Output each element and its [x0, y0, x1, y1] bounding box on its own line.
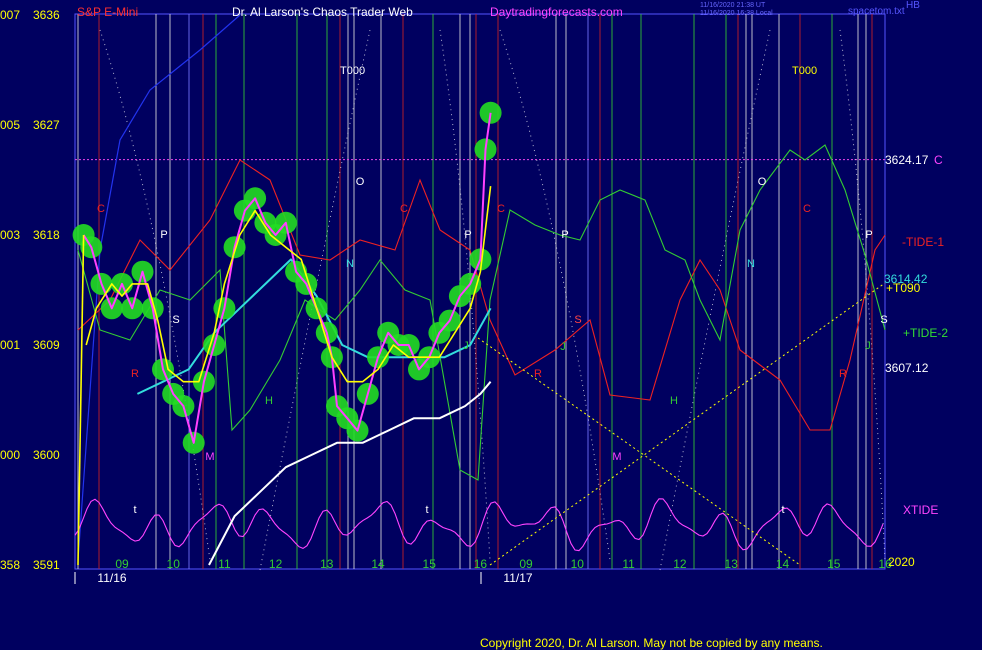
planet-marker: S [172, 314, 179, 326]
y-tick-left-label: 358 [0, 558, 20, 572]
planet-marker: N [346, 258, 354, 270]
y-tick-right-label: 3591 [33, 558, 60, 572]
planet-marker: P [865, 229, 872, 241]
planet-marker: M [205, 451, 214, 463]
planet-marker: t [133, 504, 136, 516]
event-marker-t000-2: T000 [792, 65, 817, 77]
y-tick-left-label: 005 [0, 118, 20, 132]
y-tick-left-label: 007 [0, 8, 20, 22]
y-tick-right-label: 3636 [33, 8, 60, 22]
x-hour-tick: 12 [269, 557, 283, 571]
source-file: spacetom.txt [848, 6, 905, 17]
planet-marker: J [560, 341, 566, 353]
planet-marker: J [865, 340, 871, 352]
x-hour-tick: 10 [167, 557, 181, 571]
website-link[interactable]: Daytradingforecasts.com [490, 5, 623, 19]
corner-label: HB [906, 0, 920, 11]
y-tick-right-label: 3600 [33, 448, 60, 462]
planet-marker: R [534, 368, 542, 380]
timestamp-ut: 11/16/2020 21:38 UT [700, 2, 766, 9]
planet-marker: M [612, 451, 621, 463]
y-tick-left-label: 003 [0, 228, 20, 242]
y-tick-right-label: 3618 [33, 228, 60, 242]
y-tick-left-label: 000 [0, 448, 20, 462]
x-hour-tick: 11 [622, 557, 635, 571]
level-3607-label: 3607.12 [885, 361, 929, 375]
planet-marker: N [747, 258, 755, 270]
planet-marker: R [131, 368, 139, 380]
x-hour-tick: 15 [827, 557, 841, 571]
x-date-label: 11/16 [97, 571, 126, 585]
planet-marker: R [839, 368, 847, 380]
planet-marker: t [425, 504, 428, 516]
x-hour-tick: 09 [519, 557, 533, 571]
planet-marker: C [97, 203, 105, 215]
x-hour-tick: 14 [776, 557, 790, 571]
x-hour-tick: 10 [571, 557, 585, 571]
copyright: Copyright 2020, Dr. Al Larson. May not b… [480, 636, 823, 650]
planet-marker: C [400, 203, 408, 215]
planet-marker: H [265, 395, 273, 407]
x-hour-tick: 14 [371, 557, 385, 571]
event-marker-t000-1: T000 [340, 65, 365, 77]
y-tick-right-label: 3627 [33, 118, 60, 132]
planet-marker: H [670, 395, 678, 407]
y-tick-right-label: 3609 [33, 338, 60, 352]
x-hour-tick: 09 [115, 557, 129, 571]
x-hour-tick: 15 [423, 557, 437, 571]
level-3624-tag: C [934, 153, 943, 167]
chaos-trader-chart: CPSRMHONCPJCPSRJMHONCPSRJt t t S&P E-Mini … [0, 0, 982, 650]
planet-marker: t [781, 504, 784, 516]
planet-marker: S [880, 314, 887, 326]
planet-marker: P [561, 229, 568, 241]
planet-marker: C [497, 203, 505, 215]
instrument-title: S&P E-Mini [77, 5, 138, 19]
x-hour-tick: 16 [474, 557, 488, 571]
year-label: 2020 [888, 555, 915, 569]
xtide-label: XTIDE [903, 503, 938, 517]
level-3624-label: 3624.17 [885, 153, 929, 167]
planet-marker: O [356, 176, 365, 188]
x-hour-tick: 13 [320, 557, 334, 571]
planet-marker: P [160, 229, 167, 241]
tide-1-label: -TIDE-1 [902, 235, 944, 249]
timestamp-local: 11/16/2020 16:38 Local [700, 10, 773, 17]
site-title: Dr. Al Larson's Chaos Trader Web [232, 5, 413, 19]
t090-label: +T090 [886, 281, 921, 295]
planet-marker: C [803, 203, 811, 215]
x-date-label: 11/17 [503, 571, 532, 585]
planet-marker: S [574, 314, 581, 326]
tide-2-label: +TIDE-2 [903, 326, 948, 340]
planet-marker: P [464, 229, 471, 241]
y-tick-left-label: 001 [0, 338, 20, 352]
x-hour-tick: 12 [673, 557, 687, 571]
x-hour-tick: 13 [725, 557, 739, 571]
planet-marker: J [463, 340, 469, 352]
planet-marker: O [758, 176, 767, 188]
x-hour-tick: 11 [218, 557, 231, 571]
